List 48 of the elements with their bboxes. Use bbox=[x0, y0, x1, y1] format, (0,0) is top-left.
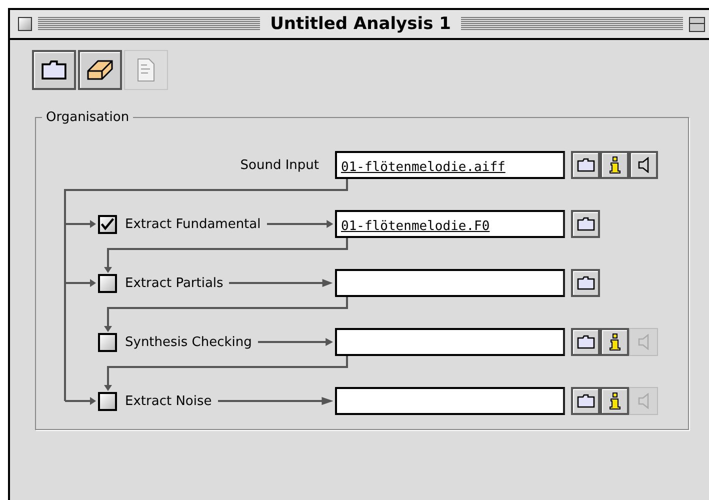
field-label: Sound Input bbox=[240, 158, 319, 172]
speaker-button[interactable] bbox=[629, 151, 658, 179]
document-icon bbox=[136, 58, 156, 82]
folder-button[interactable] bbox=[571, 210, 600, 238]
speaker-icon bbox=[636, 157, 650, 173]
folder-button[interactable] bbox=[571, 328, 600, 356]
folder-icon bbox=[576, 217, 594, 231]
info-icon bbox=[608, 333, 622, 351]
folder-icon bbox=[576, 335, 594, 349]
folder-button[interactable] bbox=[571, 151, 600, 179]
arrow-icon bbox=[218, 396, 333, 406]
close-box[interactable] bbox=[18, 17, 32, 31]
folder-icon bbox=[41, 60, 67, 80]
arrow-icon bbox=[258, 337, 333, 347]
checkbox-label: Extract Fundamental bbox=[125, 216, 261, 232]
folder-icon bbox=[576, 394, 594, 408]
arrow-icon bbox=[266, 219, 333, 229]
folder-button[interactable] bbox=[32, 50, 76, 90]
info-button[interactable] bbox=[600, 387, 629, 415]
folder-button[interactable] bbox=[571, 269, 600, 297]
arrow-icon bbox=[229, 278, 333, 288]
file-field[interactable] bbox=[335, 387, 565, 415]
file-field[interactable] bbox=[335, 269, 565, 297]
checkbox[interactable] bbox=[98, 332, 117, 352]
eraser-button[interactable] bbox=[78, 50, 122, 90]
folder-icon bbox=[576, 158, 594, 172]
checkbox-label: Extract Partials bbox=[125, 276, 224, 290]
checkbox-label: Synthesis Checking bbox=[125, 334, 252, 350]
file-field[interactable] bbox=[335, 328, 565, 356]
info-icon bbox=[608, 392, 622, 410]
check-mark-icon bbox=[100, 216, 115, 232]
folder-button[interactable] bbox=[571, 387, 600, 415]
file-field[interactable]: 01-flötenmelodie.aiff bbox=[335, 151, 565, 179]
file-field[interactable]: 01-flötenmelodie.F0 bbox=[335, 210, 565, 238]
window-title: Untitled Analysis 1 bbox=[269, 14, 452, 34]
speaker-icon bbox=[636, 334, 650, 350]
speaker-icon bbox=[636, 393, 650, 409]
checkbox[interactable] bbox=[98, 214, 117, 234]
checkbox-label: Extract Noise bbox=[125, 394, 212, 408]
checkbox[interactable] bbox=[98, 392, 117, 410]
eraser-icon bbox=[86, 59, 114, 81]
folder-icon bbox=[576, 276, 594, 290]
info-button[interactable] bbox=[600, 151, 629, 179]
info-icon bbox=[608, 156, 622, 174]
checkbox[interactable] bbox=[98, 274, 117, 292]
info-button[interactable] bbox=[600, 328, 629, 356]
collapse-box[interactable] bbox=[689, 16, 706, 32]
group-title: Organisation bbox=[45, 110, 130, 125]
